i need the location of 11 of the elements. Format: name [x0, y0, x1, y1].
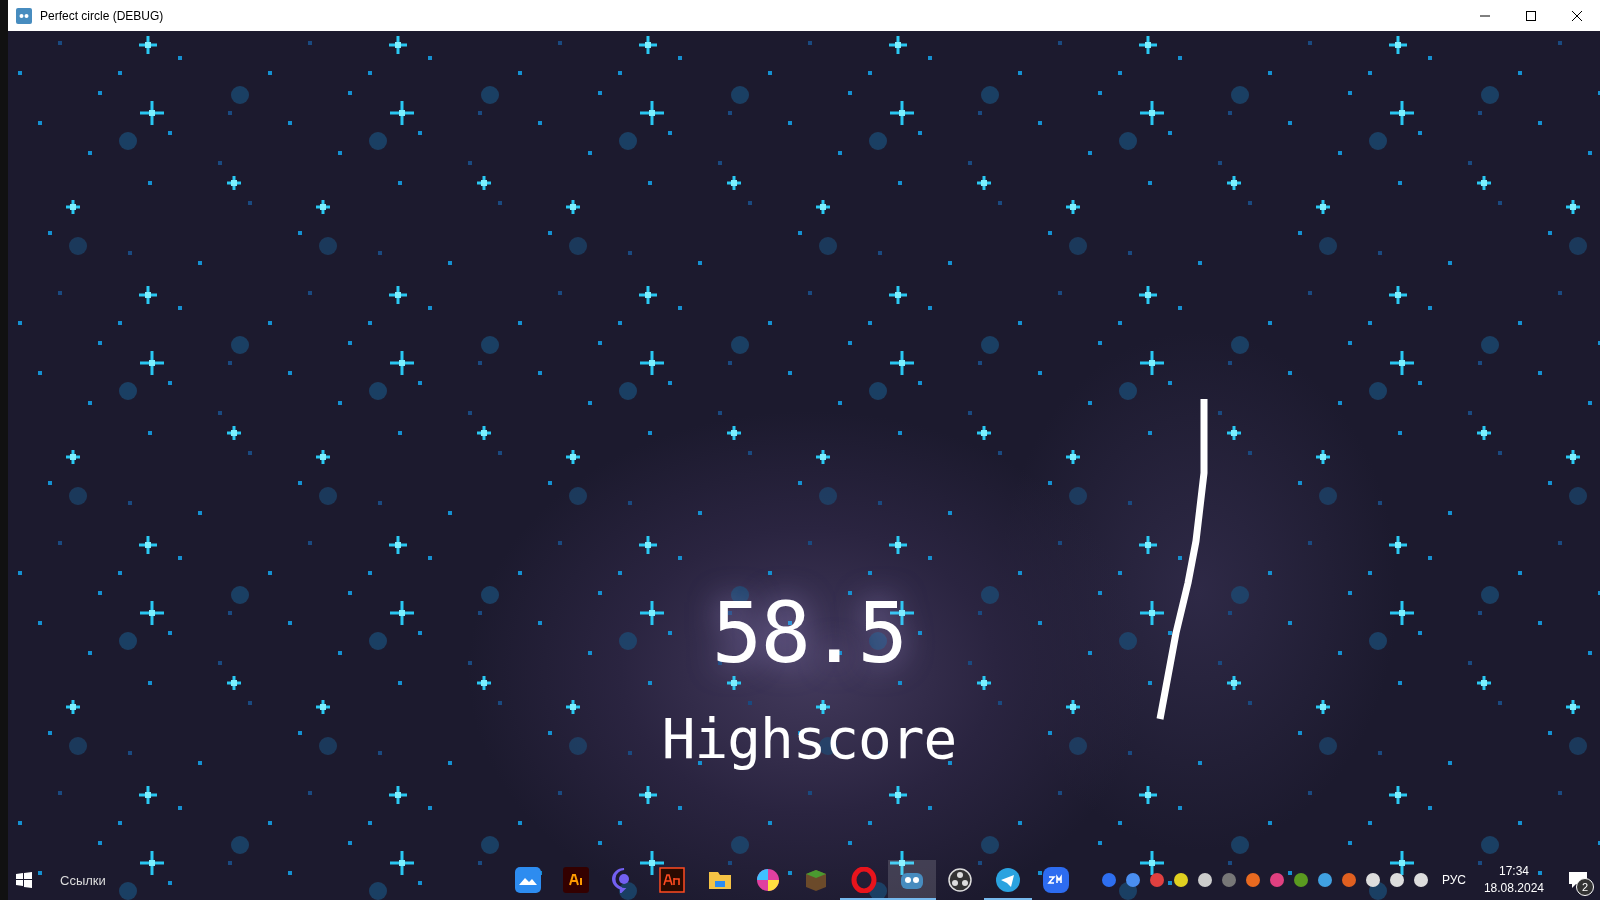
close-icon	[1572, 10, 1582, 21]
score-value: 58.5	[711, 591, 907, 675]
notifications-button[interactable]: 2	[1556, 860, 1600, 900]
clock[interactable]: 17:34 18.08.2024	[1477, 863, 1550, 897]
links-label[interactable]: Ссылки	[60, 872, 106, 888]
language-indicator[interactable]: РУС	[1441, 873, 1466, 887]
robot-face-icon[interactable]	[887, 860, 936, 900]
maximize-icon	[1526, 10, 1536, 21]
windows-logo-icon	[16, 872, 32, 888]
window-title: Perfect circle (DEBUG)	[40, 8, 164, 23]
app-icon	[16, 7, 32, 24]
